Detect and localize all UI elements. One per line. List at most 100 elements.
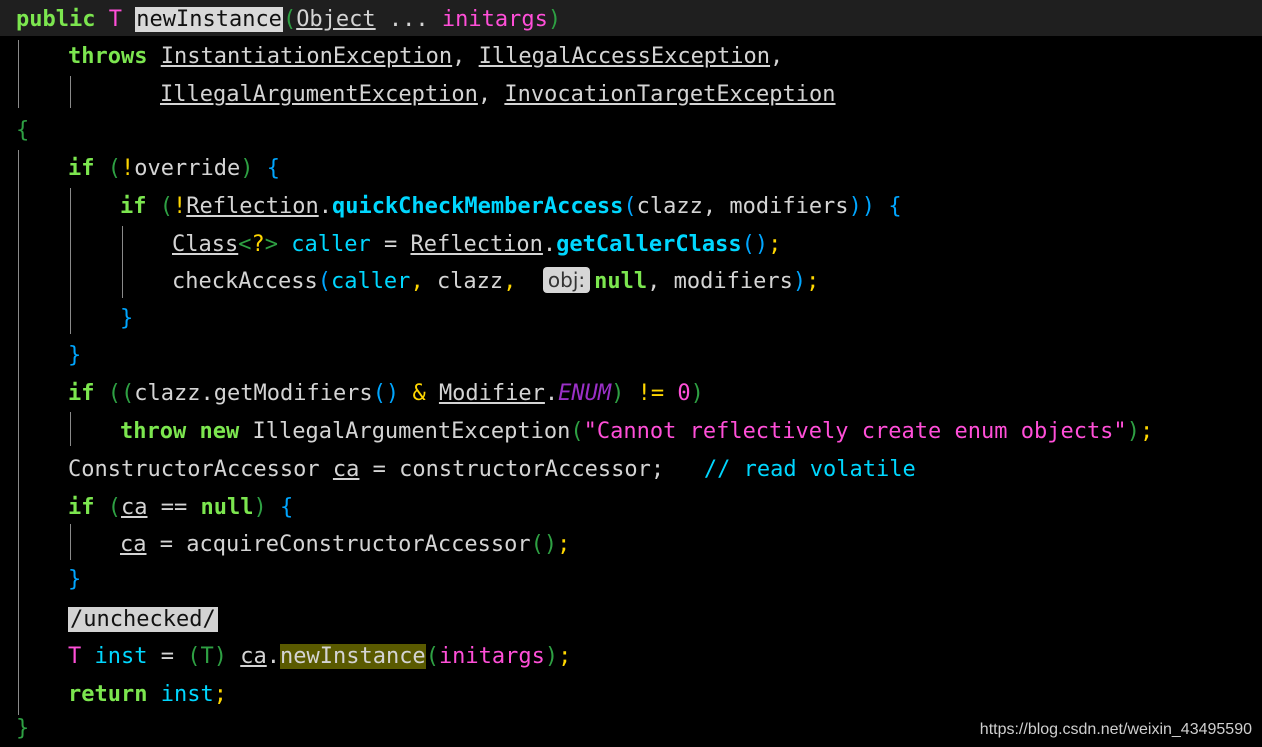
paren: (( [107,381,135,406]
method-call-highlighted[interactable]: newInstance [279,644,426,669]
code-line-6[interactable]: if (!Reflection.quickCheckMemberAccess(c… [120,190,902,224]
method-call[interactable]: acquireConstructorAccessor [186,532,530,557]
code-line-7[interactable]: Class<?> caller = Reflection.getCallerCl… [172,228,781,262]
code-line-3[interactable]: IllegalArgumentException, InvocationTarg… [160,78,836,112]
keyword-public: public [16,7,96,32]
string-literal: "Cannot reflectively create enum objects… [583,419,1127,444]
argument: modifiers [673,269,793,294]
code-line-12[interactable]: throw new IllegalArgumentException("Cann… [120,415,1153,449]
indent-guide [18,40,19,108]
local-variable[interactable]: inst [161,682,214,707]
local-variable[interactable]: ca [121,495,148,520]
keyword-null: null [594,269,648,294]
brace: } [120,306,134,331]
code-line-5[interactable]: if (!override) { [68,152,280,186]
code-line-9[interactable]: } [120,302,133,336]
type-reference[interactable]: ConstructorAccessor [68,457,320,482]
identifier[interactable]: override [134,156,240,181]
operator: = [159,532,173,557]
exception-reference[interactable]: IllegalArgumentException [160,82,478,107]
indent-guide [18,150,19,715]
code-line-19[interactable]: return inst; [68,678,227,712]
keyword-return: return [68,682,148,707]
paren: )) [848,194,876,219]
class-reference[interactable]: IllegalArgumentException [252,419,570,444]
exception-reference[interactable]: InstantiationException [161,44,452,69]
comma: , [410,269,424,294]
local-variable[interactable]: ca [120,532,147,557]
generic-bracket: < [238,232,252,257]
class-reference[interactable]: Reflection [410,232,542,257]
method-call[interactable]: quickCheckMemberAccess [332,194,623,219]
enum-constant[interactable]: ENUM [558,381,611,406]
method-call[interactable]: getModifiers [214,381,373,406]
code-line-13[interactable]: ConstructorAccessor ca = constructorAcce… [68,453,916,487]
code-line-18[interactable]: T inst = (T) ca.newInstance(initargs); [68,640,571,674]
comma: , [770,44,784,69]
semicolon: ; [557,532,571,557]
paren: ( [107,156,121,181]
argument: modifiers [729,194,849,219]
code-line-8[interactable]: checkAccess(caller, clazz, obj: null, mod… [172,265,819,299]
paren: ) [1126,419,1140,444]
code-line-11[interactable]: if ((clazz.getModifiers() & Modifier.ENU… [68,377,704,411]
exception-reference[interactable]: InvocationTargetException [504,82,835,107]
semicolon: ; [806,269,820,294]
semicolon: ; [213,682,227,707]
operator: != [637,381,665,406]
method-call[interactable]: checkAccess [172,269,318,294]
paren: ) [690,381,704,406]
exception-reference[interactable]: IllegalAccessException [479,44,770,69]
local-variable[interactable]: ca [333,457,360,482]
dot: . [318,194,332,219]
annotation-comment: /unchecked/ [68,607,218,632]
brace: } [16,716,30,741]
paren: () [530,532,558,557]
brace: } [68,567,82,592]
paren: () [741,232,769,257]
code-line-15[interactable]: ca = acquireConstructorAccessor(); [120,528,570,562]
type-param: T [68,644,82,669]
code-line-1[interactable]: public T newInstance(Object ... initargs… [16,3,561,37]
number-literal: 0 [677,381,691,406]
semicolon: ; [558,644,572,669]
paren: ) [240,156,254,181]
paren: () [372,381,400,406]
paren: ( [107,495,121,520]
code-line-17[interactable]: /unchecked/ [68,603,218,637]
method-call[interactable]: getCallerClass [556,232,741,257]
local-variable[interactable]: ca [240,644,267,669]
keyword-throw: throw [120,419,187,444]
brace: { [16,118,30,143]
code-line-16[interactable]: } [68,563,81,597]
parameter: initargs [441,7,548,32]
paren: ) [253,495,267,520]
method-name-highlighted[interactable]: newInstance [135,7,283,32]
code-line-4[interactable]: { [16,114,29,148]
class-reference[interactable]: Modifier [439,381,545,406]
parameter-name-hint: obj: [542,267,591,293]
local-variable[interactable]: caller [291,232,370,257]
field-reference[interactable]: constructorAccessor [399,457,651,482]
code-line-20[interactable]: } [16,712,29,746]
code-line-10[interactable]: } [68,339,81,373]
identifier[interactable]: clazz [134,381,200,406]
operator: = [160,644,174,669]
code-line-14[interactable]: if (ca == null) { [68,491,293,525]
code-editor[interactable]: public T newInstance ( Object ... initargs… [0,0,1262,747]
paren: ( [317,269,331,294]
varargs: ... [375,7,442,32]
keyword-if: if [120,194,147,219]
indent-guide [70,76,71,108]
type-reference[interactable]: Class [172,232,238,257]
paren: ( [570,419,584,444]
type-param: T [108,7,122,32]
code-line-2[interactable]: throws InstantiationException, IllegalAc… [68,40,783,74]
type-reference[interactable]: Object [296,7,375,32]
class-reference[interactable]: Reflection [186,194,318,219]
argument: caller [330,269,411,294]
brace: { [279,495,294,520]
indent-guide [70,188,71,334]
local-variable[interactable]: inst [95,644,148,669]
dot: . [200,381,214,406]
